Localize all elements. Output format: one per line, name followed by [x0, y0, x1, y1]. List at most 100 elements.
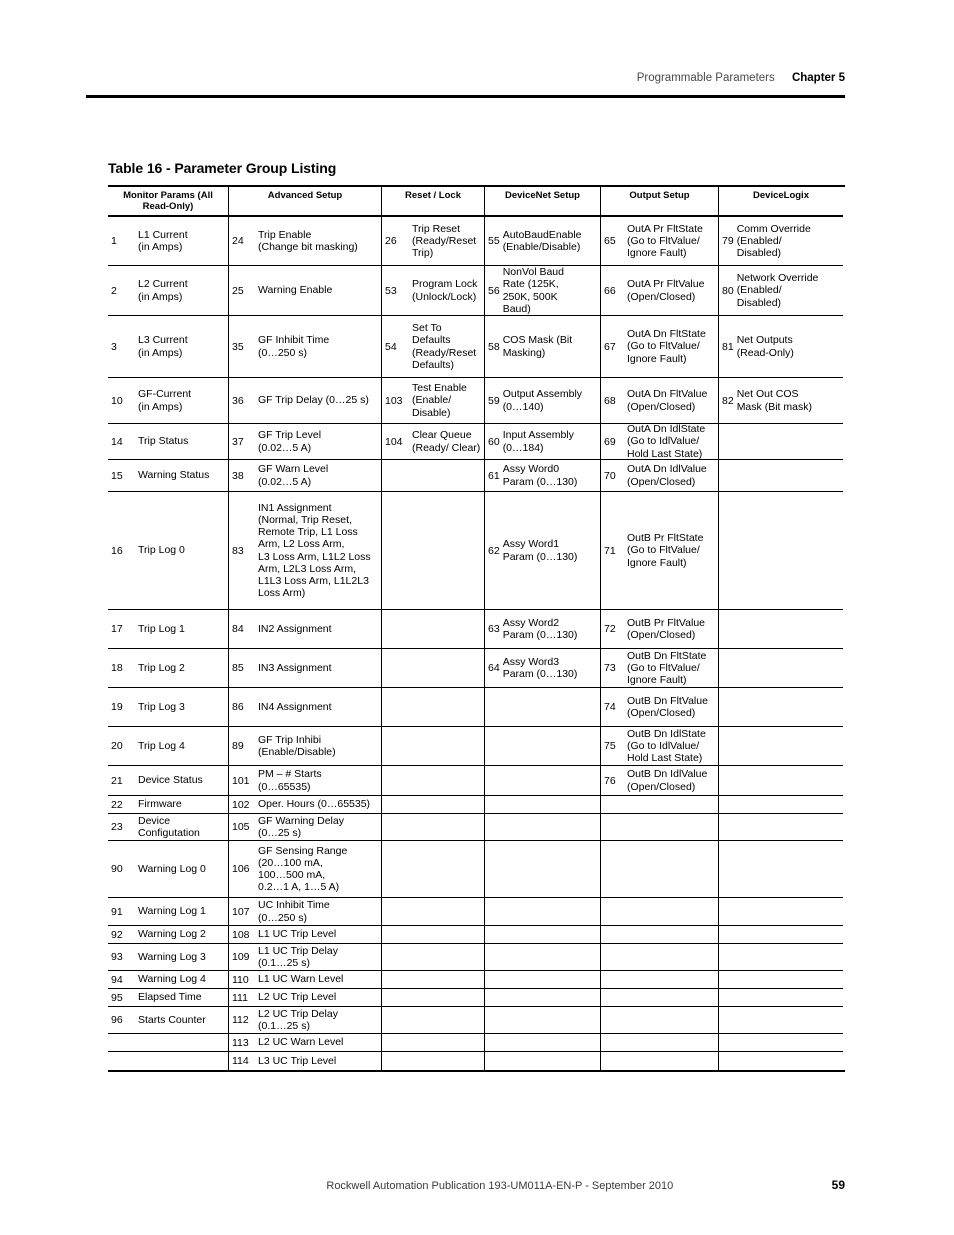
table-row: 112 L2 UC Trip Delay (0.1…25 s) — [229, 1007, 381, 1034]
table-row — [719, 766, 843, 796]
parameter-label: GF Inhibit Time (0…250 s) — [258, 334, 330, 359]
page-footer: Rockwell Automation Publication 193-UM01… — [108, 1178, 845, 1192]
table-row — [719, 688, 843, 727]
running-header-chapter: Chapter 5 — [791, 72, 845, 84]
parameter-number: 60 — [488, 435, 500, 448]
table-row: 38 GF Warn Level (0.02…5 A) — [229, 460, 381, 492]
parameter-number: 18 — [111, 662, 123, 674]
parameter-label: Trip Log 1 — [138, 622, 185, 635]
table-row: 113 L2 UC Warn Level — [229, 1034, 381, 1052]
parameter-number: 103 — [385, 394, 403, 407]
parameter-number: 21 — [111, 774, 123, 787]
table-row — [108, 1052, 228, 1070]
parameter-label: Net Outputs (Read-Only) — [736, 334, 794, 359]
parameter-number: 91 — [111, 905, 123, 918]
parameter-number: 14 — [111, 435, 123, 448]
parameter-number: 65 — [604, 235, 616, 247]
table-row — [382, 944, 484, 971]
table-row: 70 OutA Dn IdlValue (Open/Closed) — [601, 460, 718, 492]
parameter-number: 37 — [232, 435, 244, 448]
parameter-number: 64 — [488, 662, 500, 674]
table-row: 94 Warning Log 4 — [108, 971, 228, 989]
table-row — [719, 727, 843, 766]
parameter-number: 96 — [111, 1014, 123, 1026]
table-row: 21 Device Status — [108, 766, 228, 796]
table-row — [719, 1007, 843, 1034]
table-row: 66 OutA Pr FltValue (Open/Closed) — [601, 266, 718, 316]
table-column-devicenet: DeviceNet Setup 55 AutoBaudEnable (Enable/… — [484, 187, 600, 1070]
table-row — [485, 926, 600, 944]
table-row — [719, 610, 843, 649]
parameter-label: COS Mask (Bit Masking) — [502, 334, 573, 359]
parameter-number: 10 — [111, 394, 123, 407]
parameter-number: 54 — [385, 340, 397, 353]
parameter-number: 3 — [111, 340, 117, 353]
parameter-number: 25 — [232, 284, 244, 297]
parameter-label: Trip Log 2 — [138, 661, 185, 674]
table-row: 76 OutB Dn IdlValue (Open/Closed) — [601, 766, 718, 796]
parameter-number: 86 — [232, 701, 244, 713]
table-row: 89 GF Trip Inhibi (Enable/Disable) — [229, 727, 381, 766]
parameter-label: Clear Queue (Ready/ Clear) — [412, 429, 481, 454]
table-row: 95 Elapsed Time — [108, 989, 228, 1007]
footer-page-number: 59 — [831, 1178, 845, 1192]
parameter-number: 92 — [111, 928, 123, 941]
table-row: 55 AutoBaudEnable (Enable/Disable) — [485, 217, 600, 266]
table-row: 101 PM – # Starts (0…65535) — [229, 766, 381, 796]
table-row: 35 GF Inhibit Time (0…250 s) — [229, 316, 381, 378]
table-row — [485, 1034, 600, 1052]
parameter-label: GF Trip Delay (0…25 s) — [258, 394, 369, 407]
parameter-label: AutoBaudEnable (Enable/Disable) — [502, 228, 582, 253]
parameter-number: 67 — [604, 340, 616, 353]
parameter-number: 63 — [488, 623, 500, 635]
table-row: 108 L1 UC Trip Level — [229, 926, 381, 944]
parameter-number: 59 — [488, 394, 500, 407]
table-row: 54 Set To Defaults (Ready/Reset Defaults) — [382, 316, 484, 378]
table-row — [719, 944, 843, 971]
parameter-label: Warning Log 1 — [138, 905, 206, 918]
parameter-number: 83 — [232, 544, 244, 557]
parameter-label: Firmware — [138, 798, 182, 811]
parameter-label: Device Configutation — [138, 814, 200, 839]
parameter-label: Comm Override (Enabled/ Disabled) — [736, 222, 811, 260]
parameter-label: Warning Log 4 — [138, 973, 206, 986]
column-header-reset: Reset / Lock — [382, 187, 484, 217]
table-row: 71 OutB Pr FltState (Go to FltValue/ Igno… — [601, 492, 718, 610]
parameter-label: OutA Dn IdlState (Go to IdlValue/ Hold L… — [627, 424, 706, 460]
table-row: 114 L3 UC Trip Level — [229, 1052, 381, 1070]
table-row: 59 Output Assembly (0…140) — [485, 378, 600, 424]
column-header-monitor: Monitor Params (All Read-Only) — [108, 187, 228, 217]
table-row: 80 Network Override (Enabled/ Disabled) — [719, 266, 843, 316]
parameter-number: 79 — [722, 235, 734, 247]
table-row: 18 Trip Log 2 — [108, 649, 228, 688]
table-row: 82 Net Out COS Mask (Bit mask) — [719, 378, 843, 424]
table-row — [719, 649, 843, 688]
parameter-number: 68 — [604, 394, 616, 407]
table-row: 93 Warning Log 3 — [108, 944, 228, 971]
parameter-label: OutA Pr FltState (Go to FltValue/ Ignore… — [627, 222, 703, 260]
table-row — [601, 926, 718, 944]
parameter-number: 85 — [232, 662, 244, 674]
parameter-label: Trip Log 3 — [138, 700, 185, 713]
parameter-label: Warning Log 0 — [138, 862, 206, 875]
parameter-number: 16 — [111, 544, 123, 557]
table-row — [382, 814, 484, 841]
parameter-number: 1 — [111, 235, 117, 247]
table-row: 15 Warning Status — [108, 460, 228, 492]
parameter-number: 114 — [232, 1055, 249, 1067]
table-row: 14 Trip Status — [108, 424, 228, 460]
table-row — [719, 971, 843, 989]
parameter-number: 90 — [111, 863, 123, 875]
parameter-number: 81 — [722, 340, 734, 353]
parameter-label: NonVol Baud Rate (125K, 250K, 500K Baud) — [502, 266, 564, 315]
parameter-label: Assy Word3 Param (0…130) — [502, 655, 578, 680]
table-row: 79 Comm Override (Enabled/ Disabled) — [719, 217, 843, 266]
parameter-label: PM – # Starts (0…65535) — [258, 768, 322, 793]
parameter-label: L2 UC Trip Level — [258, 991, 337, 1004]
parameter-label: L1 UC Warn Level — [258, 973, 344, 986]
table-column-monitor: Monitor Params (All Read-Only) 1 L1 Curren… — [108, 187, 228, 1070]
table-row — [382, 460, 484, 492]
table-row: 1 L1 Current (in Amps) — [108, 217, 228, 266]
table-row — [382, 1007, 484, 1034]
parameter-label: Trip Log 0 — [138, 544, 185, 557]
